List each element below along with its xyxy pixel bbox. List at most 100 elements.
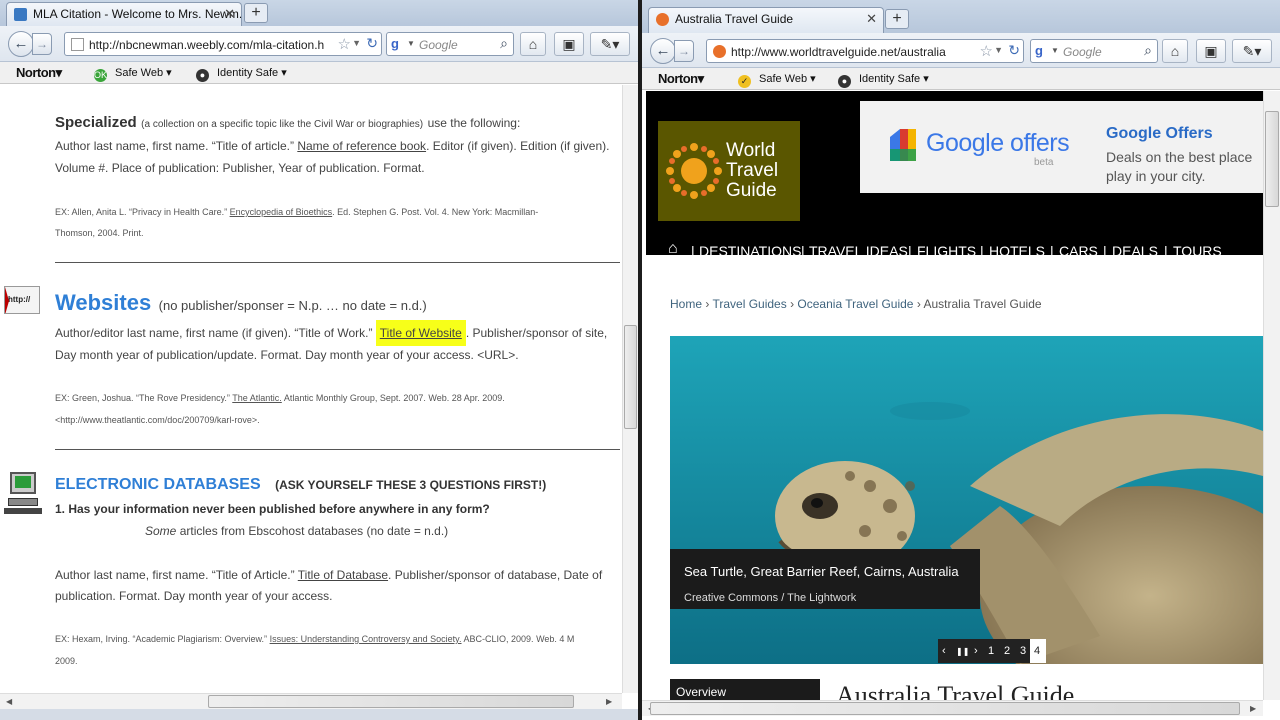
prev-slide-icon[interactable]: ‹ xyxy=(942,645,946,657)
breadcrumb-home[interactable]: Home xyxy=(670,297,702,311)
page-content-wtg: World Travel Guide Google offers beta Go… xyxy=(646,91,1263,706)
forward-button[interactable]: → xyxy=(32,33,52,55)
specialized-heading: Specialized xyxy=(55,114,137,131)
google-engine-icon[interactable]: g xyxy=(391,36,407,52)
bookmarks-button[interactable]: ▣ xyxy=(1196,39,1226,63)
bookmark-star-icon[interactable]: ☆ xyxy=(338,35,351,53)
vertical-scrollbar[interactable] xyxy=(1263,91,1280,700)
google-engine-icon[interactable]: g xyxy=(1035,43,1051,59)
safe-web-menu[interactable]: OK Safe Web ▾ xyxy=(94,66,172,82)
menu-deals[interactable]: DEALS xyxy=(1112,243,1158,259)
menu-flights[interactable]: FLIGHTS xyxy=(917,243,976,259)
home-icon[interactable]: ⌂ xyxy=(668,240,678,258)
search-icon[interactable]: ⌕ xyxy=(1144,42,1152,59)
bookmark-star-icon[interactable]: ☆ xyxy=(980,42,993,60)
horizontal-scrollbar[interactable]: ◀ ▶ xyxy=(642,700,1263,716)
scroll-right-icon[interactable]: ▶ xyxy=(1250,704,1256,713)
specialized-format-line1: Author last name, first name. “Title of … xyxy=(55,139,610,153)
home-button[interactable]: ⌂ xyxy=(1162,39,1188,63)
scroll-thumb-h[interactable] xyxy=(208,695,574,708)
address-bar[interactable]: http://www.worldtravelguide.net/australi… xyxy=(706,39,1024,63)
vertical-scrollbar[interactable] xyxy=(622,85,638,693)
sun-dots-icon xyxy=(666,143,722,199)
search-placeholder: Google xyxy=(1063,45,1102,59)
home-button[interactable]: ⌂ xyxy=(520,32,546,56)
new-tab-button[interactable]: + xyxy=(885,9,909,29)
safe-web-icon: OK xyxy=(94,69,108,82)
world-travel-guide-logo[interactable]: World Travel Guide xyxy=(658,121,800,221)
reload-icon[interactable]: ↻ xyxy=(366,35,378,52)
search-input[interactable]: g ▼ Google ⌕ xyxy=(1030,39,1158,63)
menu-tours[interactable]: TOURS xyxy=(1173,243,1222,259)
browser-tab-mla[interactable]: MLA Citation - Welcome to Mrs. Newm... ✕ xyxy=(6,2,242,26)
lock-icon: ● xyxy=(838,75,851,88)
url-dropdown-icon[interactable]: ▼ xyxy=(352,38,361,48)
reload-icon[interactable]: ↻ xyxy=(1008,42,1020,59)
menu-cars[interactable]: CARS xyxy=(1059,243,1098,259)
back-button[interactable]: ← xyxy=(650,38,676,64)
url-text: http://nbcnewman.weebly.com/mla-citation… xyxy=(89,38,325,52)
search-input[interactable]: g ▼ Google ⌕ xyxy=(386,32,514,56)
divider xyxy=(55,262,620,263)
forward-button[interactable]: → xyxy=(674,40,694,62)
hero-slideshow[interactable]: Sea Turtle, Great Barrier Reef, Cairns, … xyxy=(670,336,1263,664)
identity-safe-menu[interactable]: ● Identity Safe ▾ xyxy=(838,72,929,88)
navigation-toolbar: ← → http://www.worldtravelguide.net/aust… xyxy=(642,33,1280,68)
scroll-thumb[interactable] xyxy=(1265,111,1279,207)
specialized-heading-line: Specialized (a collection on a specific … xyxy=(55,114,520,132)
google-offers-ad[interactable]: Google offers beta Google Offers Deals o… xyxy=(860,101,1263,193)
scroll-right-icon[interactable]: ▶ xyxy=(606,697,612,706)
computer-icon xyxy=(4,472,42,520)
specialized-example-line1: EX: Allen, Anita L. “Privacy in Health C… xyxy=(55,207,539,217)
address-bar[interactable]: http://nbcnewman.weebly.com/mla-citation… xyxy=(64,32,382,56)
websites-example-line2: <http://www.theatlantic.com/doc/200709/k… xyxy=(55,415,260,425)
menu-travel-ideas[interactable]: TRAVEL IDEAS xyxy=(809,243,908,259)
tools-button[interactable]: ✎▾ xyxy=(1232,39,1272,63)
horizontal-scrollbar[interactable]: ◀ ▶ xyxy=(0,693,622,709)
safe-web-menu[interactable]: ✓ Safe Web ▾ xyxy=(738,72,816,88)
databases-note: (ASK YOURSELF THESE 3 QUESTIONS FIRST!) xyxy=(275,478,547,492)
databases-example-line2: 2009. xyxy=(55,656,78,666)
browser-tab-australia[interactable]: Australia Travel Guide ✕ xyxy=(648,7,884,33)
scroll-left-icon[interactable]: ◀ xyxy=(6,697,12,706)
next-slide-icon[interactable]: › xyxy=(974,645,978,657)
logo-text: World Travel Guide xyxy=(726,140,779,201)
websites-example-line1: EX: Green, Joshua. “The Rove Presidency.… xyxy=(55,393,505,403)
engine-dropdown-icon[interactable]: ▼ xyxy=(1051,46,1059,55)
search-icon[interactable]: ⌕ xyxy=(500,35,508,52)
close-tab-icon[interactable]: ✕ xyxy=(866,11,877,27)
breadcrumb-oceania[interactable]: Oceania Travel Guide xyxy=(797,297,913,311)
norton-logo[interactable]: Norton▾ xyxy=(658,71,704,87)
back-button[interactable]: ← xyxy=(8,31,34,57)
slide-page-1[interactable]: 1 xyxy=(988,645,994,657)
specialized-format-line2: Volume #. Place of publication: Publishe… xyxy=(55,161,425,175)
slideshow-pager: ‹ ❚❚ › 1 2 3 4 xyxy=(938,639,1046,663)
menu-destinations[interactable]: DESTINATIONS xyxy=(699,243,801,259)
ad-line2: play in your city. xyxy=(1106,168,1206,184)
breadcrumb: Home › Travel Guides › Oceania Travel Gu… xyxy=(670,297,1042,311)
slide-page-4-active[interactable]: 4 xyxy=(1030,639,1046,663)
breadcrumb-travel-guides[interactable]: Travel Guides xyxy=(712,297,786,311)
close-tab-icon[interactable]: ✕ xyxy=(224,6,235,22)
slide-page-2[interactable]: 2 xyxy=(1004,645,1010,657)
norton-toolbar: Norton▾ OK Safe Web ▾ ● Identity Safe ▾ xyxy=(0,62,638,84)
website-http-icon: http:// xyxy=(4,286,40,314)
browser-window-right: Australia Travel Guide ✕ + ← → http://ww… xyxy=(642,0,1280,720)
bookmarks-button[interactable]: ▣ xyxy=(554,32,584,56)
url-dropdown-icon[interactable]: ▼ xyxy=(994,45,1003,55)
menu-hotels[interactable]: HOTELS xyxy=(989,243,1045,259)
identity-safe-menu[interactable]: ● Identity Safe ▾ xyxy=(196,66,287,82)
engine-dropdown-icon[interactable]: ▼ xyxy=(407,39,415,48)
websites-heading-line: Websites (no publisher/sponser = N.p. … … xyxy=(55,290,427,316)
tools-button[interactable]: ✎▾ xyxy=(590,32,630,56)
scroll-thumb[interactable] xyxy=(624,325,637,429)
scroll-thumb-h[interactable] xyxy=(650,702,1240,715)
menu-sep: | xyxy=(691,243,695,259)
tab-title: Australia Travel Guide xyxy=(675,12,794,26)
slide-page-3[interactable]: 3 xyxy=(1020,645,1026,657)
pause-icon[interactable]: ❚❚ xyxy=(956,647,969,656)
new-tab-button[interactable]: + xyxy=(244,3,268,23)
google-offers-tag-icon xyxy=(890,129,916,161)
menu-sep: | xyxy=(980,243,984,259)
norton-logo[interactable]: Norton▾ xyxy=(16,65,62,81)
